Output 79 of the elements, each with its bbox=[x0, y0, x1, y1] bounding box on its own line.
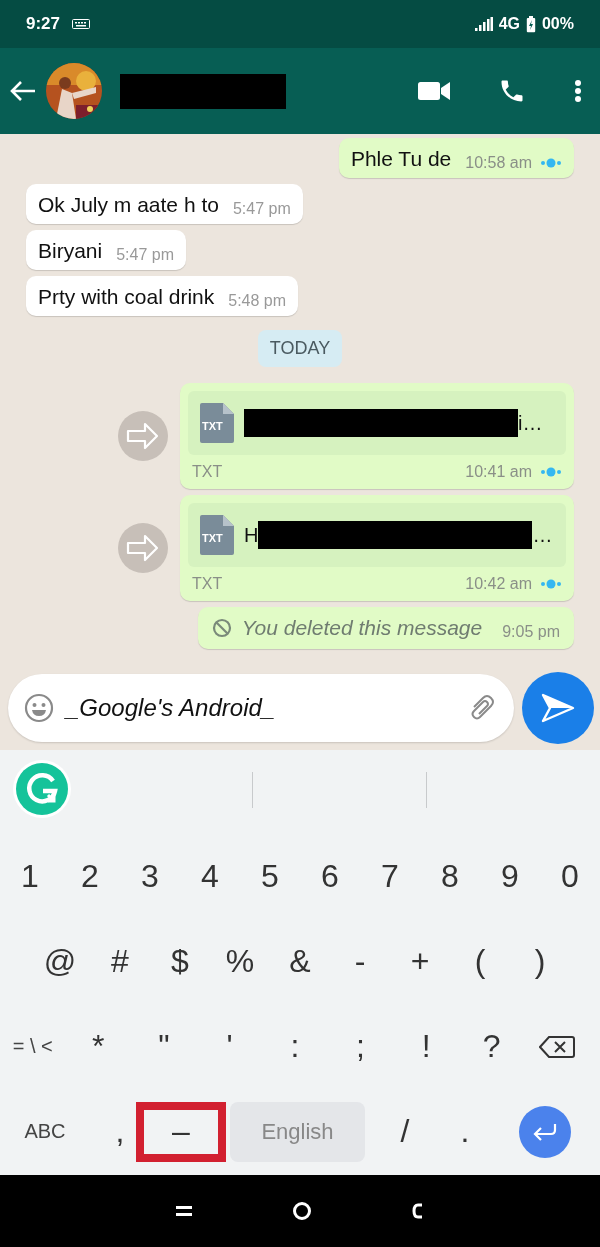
keyboard-key[interactable]: ) bbox=[510, 931, 570, 992]
enter-icon bbox=[531, 1121, 559, 1142]
message-time: 5:48 pm bbox=[228, 292, 287, 310]
file-name: … bbox=[532, 523, 553, 547]
message-time: 5:47 pm bbox=[232, 200, 291, 218]
back-icon[interactable] bbox=[412, 1202, 424, 1220]
keyboard-key[interactable]: 5 bbox=[240, 846, 300, 907]
back-arrow-icon[interactable] bbox=[10, 80, 36, 102]
recents-icon[interactable] bbox=[176, 1204, 192, 1218]
keyboard-key[interactable]: " bbox=[131, 1016, 197, 1077]
keyboard-key[interactable]: 7 bbox=[360, 846, 420, 907]
keyboard-key[interactable]: + bbox=[390, 931, 450, 992]
keyboard-key[interactable]: 2 bbox=[60, 846, 120, 907]
keyboard-key[interactable]: . bbox=[435, 1101, 495, 1162]
video-call-icon[interactable] bbox=[418, 81, 450, 101]
file-attachment[interactable]: TXT H … bbox=[188, 503, 566, 567]
file-type-label: TXT bbox=[202, 420, 223, 432]
message-text: You deleted this message bbox=[241, 616, 483, 640]
message-bubble[interactable]: Biryani 5:47 pm bbox=[26, 230, 186, 270]
keyboard-key[interactable]: ' bbox=[196, 1016, 263, 1077]
file-attachment[interactable]: TXT i… bbox=[188, 391, 566, 455]
message-text: Biryani bbox=[38, 238, 103, 264]
battery-icon bbox=[525, 15, 536, 33]
deleted-message-bubble[interactable]: You deleted this message 9:05 pm bbox=[197, 607, 574, 649]
keyboard-key[interactable]: / bbox=[375, 1101, 435, 1162]
file-name: i… bbox=[518, 411, 543, 435]
keyboard-key[interactable]: 9 bbox=[480, 846, 540, 907]
file-name: H bbox=[244, 523, 259, 547]
message-time: 10:41 am bbox=[465, 463, 532, 481]
keyboard-key[interactable]: % bbox=[210, 931, 270, 992]
file-type: TXT bbox=[192, 575, 223, 593]
enter-key[interactable] bbox=[519, 1105, 571, 1158]
message-text: Phle Tu de bbox=[350, 146, 452, 172]
message-time: 10:42 am bbox=[465, 575, 532, 593]
keyboard-key[interactable]: ! bbox=[393, 1016, 459, 1077]
keyboard-key[interactable]: @ bbox=[30, 931, 90, 992]
battery-level: 00% bbox=[541, 15, 574, 33]
file-type-label: TXT bbox=[202, 532, 223, 544]
keyboard-key[interactable]: * bbox=[65, 1016, 132, 1077]
document-icon bbox=[200, 515, 234, 555]
send-icon bbox=[541, 693, 575, 723]
message-bubble[interactable]: Ok July m aate h to 5:47 pm bbox=[26, 184, 303, 224]
keyboard-key[interactable]: 3 bbox=[120, 846, 180, 907]
keyboard-key[interactable]: ; bbox=[327, 1016, 394, 1077]
keyboard-key[interactable]: 6 bbox=[300, 846, 360, 907]
backspace-key[interactable] bbox=[539, 1034, 576, 1059]
message-input-field[interactable]: _Google's Android_ bbox=[8, 674, 514, 742]
message-text: Prty with coal drink bbox=[38, 284, 215, 310]
message-text: Ok July m aate h to bbox=[38, 192, 219, 218]
prohibited-icon bbox=[211, 618, 232, 638]
keyboard-key[interactable]: : bbox=[262, 1016, 328, 1077]
message-time: 9:05 pm bbox=[502, 623, 560, 641]
keyboard-key[interactable]: 1 bbox=[0, 846, 60, 907]
signal-icon bbox=[474, 17, 493, 31]
keyboard-key[interactable]: $ bbox=[150, 931, 210, 992]
home-icon[interactable] bbox=[292, 1201, 312, 1221]
file-message-bubble[interactable]: TXT H … TXT 10:42 am bbox=[180, 495, 574, 601]
keyboard-key[interactable]: ? bbox=[458, 1016, 525, 1077]
message-time: 10:58 am bbox=[465, 154, 532, 172]
file-message-bubble[interactable]: TXT i… TXT 10:41 am bbox=[180, 383, 574, 489]
keyboard-key[interactable]: 0 bbox=[540, 846, 600, 907]
message-bubble[interactable]: Prty with coal drink 5:48 pm bbox=[26, 276, 299, 316]
keyboard-icon bbox=[72, 19, 91, 29]
clock: 9:27 bbox=[26, 14, 61, 34]
file-type: TXT bbox=[192, 463, 223, 481]
more-options-icon[interactable] bbox=[574, 79, 582, 103]
document-icon bbox=[200, 403, 234, 443]
keyboard-key[interactable]: ABC bbox=[0, 1101, 90, 1162]
emoji-icon[interactable] bbox=[24, 693, 54, 723]
keyboard-key[interactable]: # bbox=[90, 931, 150, 992]
keyboard-key[interactable]: 4 bbox=[180, 846, 240, 907]
message-time: 5:47 pm bbox=[116, 246, 174, 264]
keyboard-key[interactable]: = \ < bbox=[0, 1016, 66, 1077]
message-bubble[interactable]: Phle Tu de 10:58 am bbox=[338, 138, 574, 178]
keyboard-key[interactable]: & bbox=[270, 931, 330, 992]
keyboard-key[interactable]: ( bbox=[450, 931, 510, 992]
network-type: 4G bbox=[498, 15, 520, 33]
keyboard-key[interactable]: - bbox=[330, 931, 390, 992]
keyboard-key[interactable]: 8 bbox=[420, 846, 480, 907]
